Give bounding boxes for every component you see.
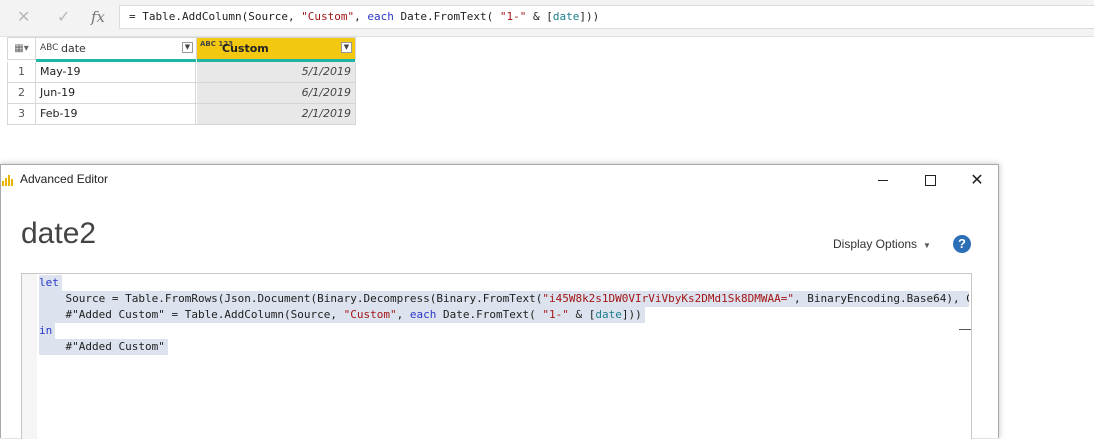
cell-custom[interactable]: 6/1/2019 bbox=[197, 83, 355, 103]
chevron-down-icon: ▼ bbox=[923, 241, 931, 250]
overview-ruler-marker bbox=[959, 329, 971, 330]
close-icon: ✕ bbox=[970, 170, 984, 189]
cell-date[interactable]: May-19 bbox=[36, 62, 196, 82]
data-grid: ▦▾ ABC date ▼ ABC 123 Custom ▼ 1 May-19 … bbox=[7, 37, 356, 125]
column-name: date bbox=[61, 42, 86, 55]
close-icon[interactable]: ✕ bbox=[17, 7, 30, 27]
column-header-custom[interactable]: ABC 123 Custom ▼ bbox=[197, 38, 355, 59]
filter-dropdown-icon[interactable]: ▼ bbox=[341, 42, 352, 53]
power-bi-logo-icon bbox=[2, 174, 14, 186]
table-row[interactable]: 2 Jun-19 6/1/2019 bbox=[7, 83, 356, 104]
row-number: 3 bbox=[8, 104, 36, 124]
display-options-button[interactable]: Display Options ▼ bbox=[833, 237, 931, 251]
formula-input[interactable]: = Table.AddColumn(Source, "Custom", each… bbox=[119, 5, 1094, 29]
row-number: 1 bbox=[8, 62, 36, 82]
code-line: let bbox=[39, 275, 969, 291]
cell-date[interactable]: Jun-19 bbox=[36, 83, 196, 103]
maximize-icon bbox=[924, 174, 936, 186]
fx-icon[interactable]: fx bbox=[91, 7, 105, 27]
code-line: #"Added Custom" = Table.AddColumn(Source… bbox=[39, 307, 969, 323]
cell-custom[interactable]: 2/1/2019 bbox=[197, 104, 355, 124]
minimize-icon bbox=[878, 179, 888, 181]
editor-gutter bbox=[22, 274, 37, 439]
help-button[interactable]: ? bbox=[953, 235, 971, 253]
code-line: in bbox=[39, 323, 969, 339]
table-row[interactable]: 1 May-19 5/1/2019 bbox=[7, 62, 356, 83]
maximize-button[interactable] bbox=[915, 169, 945, 191]
column-header-date[interactable]: ABC date ▼ bbox=[36, 38, 197, 59]
table-row[interactable]: 3 Feb-19 2/1/2019 bbox=[7, 104, 356, 125]
advanced-editor-window: Advanced Editor ✕ date2 Display Options ▼… bbox=[0, 164, 999, 439]
cell-date[interactable]: Feb-19 bbox=[36, 104, 196, 124]
cell-custom[interactable]: 5/1/2019 bbox=[197, 62, 355, 82]
column-name: Custom bbox=[222, 42, 269, 55]
close-button[interactable]: ✕ bbox=[962, 169, 992, 191]
check-icon[interactable]: ✓ bbox=[57, 7, 70, 27]
query-name: date2 bbox=[21, 217, 97, 250]
row-number: 2 bbox=[8, 83, 36, 103]
formula-bar: ✕ ✓ fx = Table.AddColumn(Source, "Custom… bbox=[0, 0, 1094, 37]
window-title: Advanced Editor bbox=[20, 172, 109, 186]
grid-header: ▦▾ ABC date ▼ ABC 123 Custom ▼ bbox=[7, 37, 356, 62]
text-type-icon[interactable]: ABC bbox=[40, 38, 58, 59]
code-editor[interactable]: let Source = Table.FromRows(Json.Documen… bbox=[21, 273, 972, 439]
minimize-button[interactable] bbox=[868, 169, 898, 191]
filter-dropdown-icon[interactable]: ▼ bbox=[182, 42, 193, 53]
code-line: Source = Table.FromRows(Json.Document(Bi… bbox=[39, 291, 969, 307]
code-line: #"Added Custom" bbox=[39, 339, 969, 355]
code-content: let Source = Table.FromRows(Json.Documen… bbox=[39, 275, 969, 355]
table-menu-icon[interactable]: ▦▾ bbox=[8, 38, 36, 59]
